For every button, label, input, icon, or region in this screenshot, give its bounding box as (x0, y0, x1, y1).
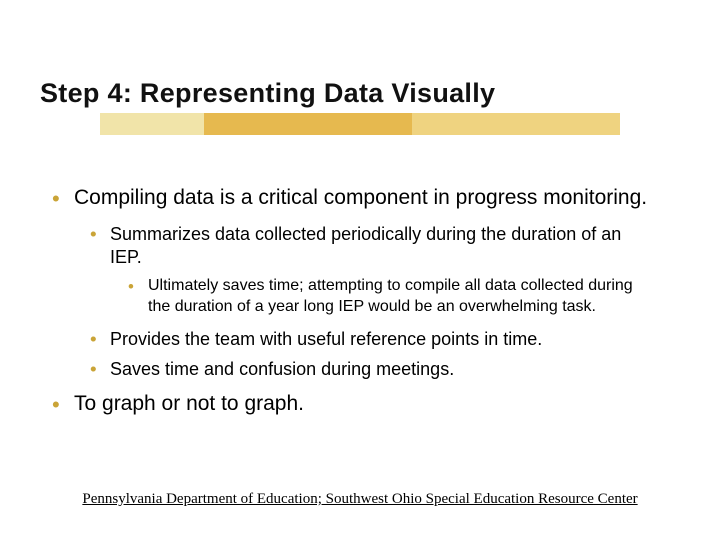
bullet-text: Ultimately saves time; attempting to com… (148, 277, 633, 315)
bullet-list: Compiling data is a critical component i… (40, 185, 680, 417)
bullet-level2-group: Summarizes data collected periodically d… (40, 223, 680, 381)
bullet-level1: Compiling data is a critical component i… (52, 185, 660, 211)
footer-citation: Pennsylvania Department of Education; So… (82, 491, 637, 507)
bullet-level3: Ultimately saves time; attempting to com… (128, 276, 640, 318)
bullet-text: To graph or not to graph. (74, 392, 304, 415)
bullet-level1: To graph or not to graph. (52, 391, 660, 417)
slide-title: Step 4: Representing Data Visually (40, 78, 680, 109)
title-block: Step 4: Representing Data Visually (40, 78, 680, 149)
bullet-text: Saves time and confusion during meetings… (110, 359, 454, 379)
footer: Pennsylvania Department of Education; So… (0, 490, 720, 508)
slide: Step 4: Representing Data Visually Compi… (0, 0, 720, 540)
bullet-text: Compiling data is a critical component i… (74, 186, 647, 209)
bullet-level3-group: Ultimately saves time; attempting to com… (40, 276, 680, 318)
bullet-level2: Saves time and confusion during meetings… (90, 358, 650, 381)
title-underline-accent (100, 113, 620, 135)
content-body: Compiling data is a critical component i… (40, 185, 680, 417)
bullet-level2: Provides the team with useful reference … (90, 328, 650, 351)
bullet-text: Provides the team with useful reference … (110, 329, 542, 349)
bullet-text: Summarizes data collected periodically d… (110, 224, 621, 267)
bullet-level2: Summarizes data collected periodically d… (90, 223, 650, 268)
